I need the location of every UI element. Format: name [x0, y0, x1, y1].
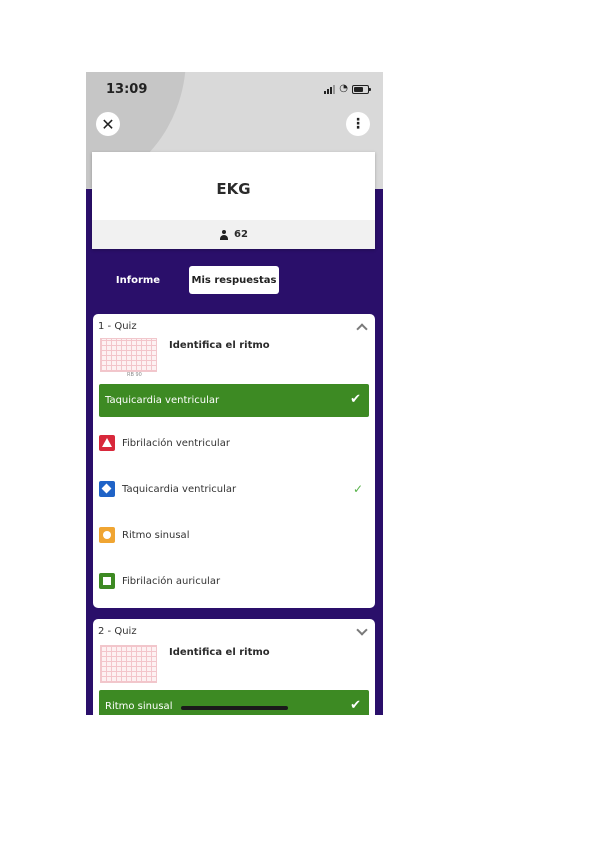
more-options-button[interactable]: ⋮: [346, 112, 370, 136]
page-title: EKG: [216, 180, 251, 198]
circle-icon: [99, 527, 115, 543]
answer-option[interactable]: Ritmo sinusal: [99, 524, 369, 546]
status-icons: ◔: [324, 83, 371, 94]
check-icon: ✔: [350, 392, 361, 407]
selected-answer-label: Taquicardia ventricular: [105, 395, 220, 406]
answer-option[interactable]: Taquicardia ventricular ✓: [99, 478, 369, 500]
selected-answer: Ritmo sinusal ✔: [99, 690, 369, 715]
quiz-number: 2 - Quiz: [98, 626, 137, 637]
more-vertical-icon: ⋮: [351, 116, 365, 132]
quiz-card: 2 - Quiz Identifica el ritmo Ritmo sinus…: [93, 619, 375, 715]
question-text: Identifica el ritmo: [169, 340, 270, 351]
tab-mis-respuestas[interactable]: Mis respuestas: [189, 266, 279, 294]
correct-check-icon: ✓: [352, 482, 363, 496]
close-button[interactable]: ✕: [96, 112, 120, 136]
tab-bar: Informe Mis respuestas: [86, 266, 383, 296]
diamond-icon: [99, 481, 115, 497]
thumbnail-caption: RB 90: [127, 372, 142, 378]
check-icon: ✔: [350, 698, 361, 713]
answer-option[interactable]: Fibrilación auricular: [99, 570, 369, 592]
status-time: 13:09: [106, 82, 148, 97]
participants-row: 62: [92, 220, 375, 249]
answer-label: Ritmo sinusal: [122, 529, 190, 541]
selected-answer: Taquicardia ventricular ✔: [99, 384, 369, 417]
title-card: EKG 62: [92, 152, 375, 249]
close-icon: ✕: [101, 114, 115, 134]
answer-option[interactable]: Fibrilación ventricular: [99, 432, 369, 454]
signal-icon: [324, 84, 336, 94]
question-text: Identifica el ritmo: [169, 647, 270, 658]
answer-label: Taquicardia ventricular: [122, 483, 237, 495]
chevron-down-icon[interactable]: [356, 624, 368, 636]
participants-count: 62: [234, 229, 248, 240]
answer-label: Fibrilación auricular: [122, 575, 221, 587]
home-indicator: [181, 706, 288, 710]
ekg-thumbnail: [100, 645, 157, 683]
square-icon: [99, 573, 115, 589]
person-icon: [219, 229, 229, 240]
answer-label: Fibrilación ventricular: [122, 437, 230, 449]
battery-icon: [352, 84, 371, 94]
app-screen: 13:09 ◔ ✕ ⋮ EKG 62 Informe Mis respuesta…: [86, 72, 383, 715]
quiz-number: 1 - Quiz: [98, 321, 137, 332]
tab-informe[interactable]: Informe: [106, 266, 170, 294]
chevron-up-icon[interactable]: [356, 323, 368, 335]
wifi-icon: ◔: [339, 83, 348, 94]
quiz-card: 1 - Quiz RB 90 Identifica el ritmo Taqui…: [93, 314, 375, 608]
ekg-thumbnail: [100, 338, 157, 372]
triangle-icon: [99, 435, 115, 451]
selected-answer-label: Ritmo sinusal: [105, 701, 173, 712]
